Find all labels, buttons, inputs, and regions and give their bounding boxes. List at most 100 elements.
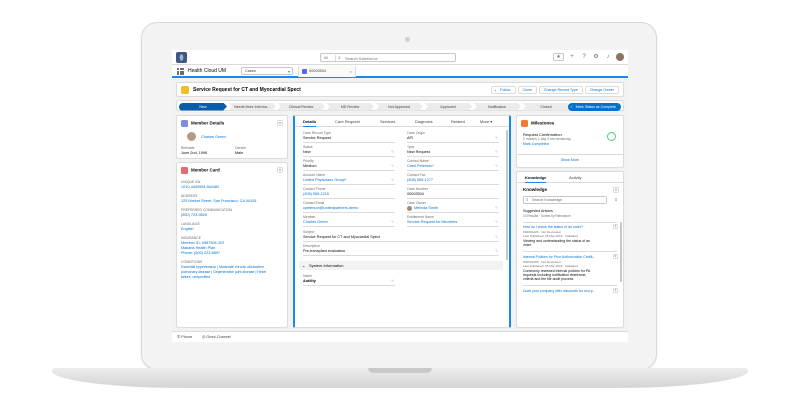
article-title-link[interactable]: Does your company offer discounts for no…	[523, 289, 596, 293]
field-description: Description Pre-transplant evaluation ✎	[303, 244, 499, 256]
article-title-link[interactable]: How do I check the status of an order?	[523, 225, 583, 229]
mark-status-complete-button[interactable]: ✓ Mark Status as Complete	[567, 102, 621, 111]
workspace-tab[interactable]: 00002504 ×	[298, 66, 356, 77]
pencil-icon[interactable]: ✎	[495, 249, 498, 253]
knowledge-tabs: Knowledge Activity	[517, 172, 623, 183]
app-nav-bar: Health Cloud UM Cases ▾ 00002504 ×	[172, 65, 628, 78]
knowledge-panel: Knowledge Activity Knowledge ▾ ⌕ Search …	[516, 171, 624, 328]
phone-icon: ✆	[177, 335, 181, 339]
contact-name-link[interactable]: Carol Peterson*	[407, 164, 434, 168]
detail-tabs: Details Care Request Services Diagnosis …	[295, 116, 509, 127]
unique-id-value[interactable]: 1010-4449594-9s0482	[181, 185, 219, 189]
conditions-line[interactable]: Essential hypertension | Moderate chroni…	[181, 265, 264, 269]
org-logo[interactable]	[176, 52, 187, 63]
path-step-approved[interactable]: Approved	[424, 102, 472, 111]
chevron-down-icon[interactable]: ▾	[277, 120, 283, 126]
object-select[interactable]: Cases ▾	[241, 67, 293, 75]
pencil-icon[interactable]: ✎	[391, 164, 394, 168]
search-input[interactable]	[345, 55, 445, 61]
mark-completed-link[interactable]: Mark Completed	[523, 142, 549, 146]
bell-icon[interactable]: ♪	[604, 53, 612, 61]
language-value[interactable]: English	[181, 227, 193, 231]
filter-icon[interactable]: ⚟	[614, 197, 618, 202]
divider	[523, 251, 617, 252]
tab-knowledge[interactable]: Knowledge	[525, 172, 547, 183]
search-icon: ⌕	[338, 55, 341, 61]
article-title-link[interactable]: Internal Policies for Prior Authorizatio…	[523, 255, 595, 259]
tab-activity[interactable]: Activity	[569, 172, 582, 183]
insurance-plan[interactable]: Makana Health Plan	[181, 246, 215, 250]
search-scope[interactable]: All	[324, 56, 328, 60]
unique-id-label: UNIQUE ID#	[181, 180, 201, 184]
tab-details[interactable]: Details	[303, 116, 317, 127]
knowledge-scrollbar[interactable]	[620, 222, 622, 282]
follow-button[interactable]: + Follow	[491, 86, 516, 94]
contact-phone-link[interactable]: (408) 555-1216	[303, 192, 329, 196]
chevron-down-icon[interactable]: ▾	[613, 254, 618, 259]
gear-icon[interactable]: ⚙	[592, 53, 600, 61]
global-actions-icon[interactable]: +	[568, 53, 576, 61]
pencil-icon[interactable]: ✎	[495, 136, 498, 140]
pencil-icon[interactable]: ✎	[391, 220, 394, 224]
pencil-icon[interactable]: ✎	[391, 279, 394, 283]
chevron-down-icon[interactable]: ▾	[613, 187, 619, 193]
chevron-down-icon[interactable]: ▾	[277, 167, 283, 173]
pencil-icon[interactable]: ✎	[495, 235, 498, 239]
tab-care-request[interactable]: Care Request	[335, 116, 360, 127]
system-information-section[interactable]: ⌄ System Information	[299, 261, 503, 270]
knowledge-search[interactable]: ⌕ Search Knowledge	[523, 196, 607, 204]
pencil-icon[interactable]: ✎	[495, 164, 498, 168]
utility-omni-channel[interactable]: ◎ Omni-Channel	[202, 334, 231, 341]
clone-button[interactable]: Clone	[517, 86, 537, 94]
contact-fax-link[interactable]: (408) 555-1277	[407, 178, 433, 182]
pencil-icon[interactable]: ✎	[495, 220, 498, 224]
show-more-link[interactable]: Show More	[517, 158, 623, 162]
field-member: Member Charles Green ✎	[303, 215, 395, 227]
tab-services[interactable]: Services	[380, 116, 395, 127]
pencil-icon[interactable]: ✎	[495, 150, 498, 154]
suggested-articles-label: Suggested Articles	[523, 209, 553, 213]
chevron-down-icon[interactable]: ▾	[613, 224, 618, 229]
address-value[interactable]: 125 Market Street, San Francisco, CA 941…	[181, 199, 256, 203]
pencil-icon[interactable]: ✎	[495, 206, 498, 210]
entitlement-link[interactable]: Service Request for Members	[407, 220, 457, 224]
field-contact-fax: Contact Fax (408) 555-1277	[407, 173, 499, 185]
pencil-icon[interactable]: ✎	[391, 150, 394, 154]
favorites-star-icon[interactable]: ★	[553, 53, 564, 61]
member-link[interactable]: Charles Green	[303, 220, 328, 224]
app-launcher-icon[interactable]	[177, 68, 184, 75]
conditions-line[interactable]: pulmonary disease | Degenerative joint d…	[181, 270, 266, 274]
path-step-notification[interactable]: Notification	[473, 102, 521, 111]
account-name-link[interactable]: United Physicians Group*	[303, 178, 346, 182]
help-icon[interactable]: ?	[580, 53, 588, 61]
contact-email-link[interactable]: cpeterson@unitedpartners.demo	[303, 206, 358, 210]
change-record-type-button[interactable]: Change Record Type	[538, 86, 583, 94]
path-step-needs-more-info[interactable]: Needs More Informa...	[228, 102, 276, 111]
tab-diagnosis[interactable]: Diagnosis	[415, 116, 433, 127]
knowledge-search-input[interactable]: Search Knowledge	[532, 198, 562, 202]
path-step-not-approved[interactable]: Not Approved	[375, 102, 423, 111]
global-search[interactable]: All ⌕	[320, 53, 456, 62]
path-step-md-review[interactable]: MD Review	[326, 102, 374, 111]
path-step-clinical-review[interactable]: Clinical Review	[277, 102, 325, 111]
details-scrollbar[interactable]	[506, 130, 508, 260]
path-step-closed[interactable]: Closed	[522, 102, 570, 111]
insurance-phone[interactable]: Phone: (800) 223-6897	[181, 251, 220, 255]
tab-more[interactable]: More ▾	[480, 116, 492, 127]
preferred-communication-value[interactable]: (550) 723-9825	[181, 213, 207, 217]
close-icon[interactable]: ×	[350, 66, 352, 77]
field-subject: Subject Service Request for CT and Myocar…	[303, 230, 499, 242]
change-owner-button[interactable]: Change Owner	[584, 86, 619, 94]
member-name-link[interactable]: Charles Green	[201, 135, 226, 139]
record-header: Service Request for CT and Myocardial Sp…	[176, 82, 624, 97]
utility-phone[interactable]: ✆ Phone	[177, 334, 192, 341]
user-avatar[interactable]	[616, 53, 624, 61]
insurance-member-id[interactable]: Member ID: 0987504-322	[181, 241, 224, 245]
chevron-down-icon[interactable]: ▾	[613, 288, 618, 293]
search-icon: ⌕	[526, 197, 529, 202]
case-owner-link[interactable]: Melinda Smith	[414, 206, 438, 210]
path-step-new[interactable]: New	[179, 102, 227, 111]
conditions-line[interactable]: failure, unspecified	[181, 275, 210, 279]
pencil-icon[interactable]: ✎	[391, 178, 394, 182]
tab-related[interactable]: Related	[451, 116, 465, 127]
